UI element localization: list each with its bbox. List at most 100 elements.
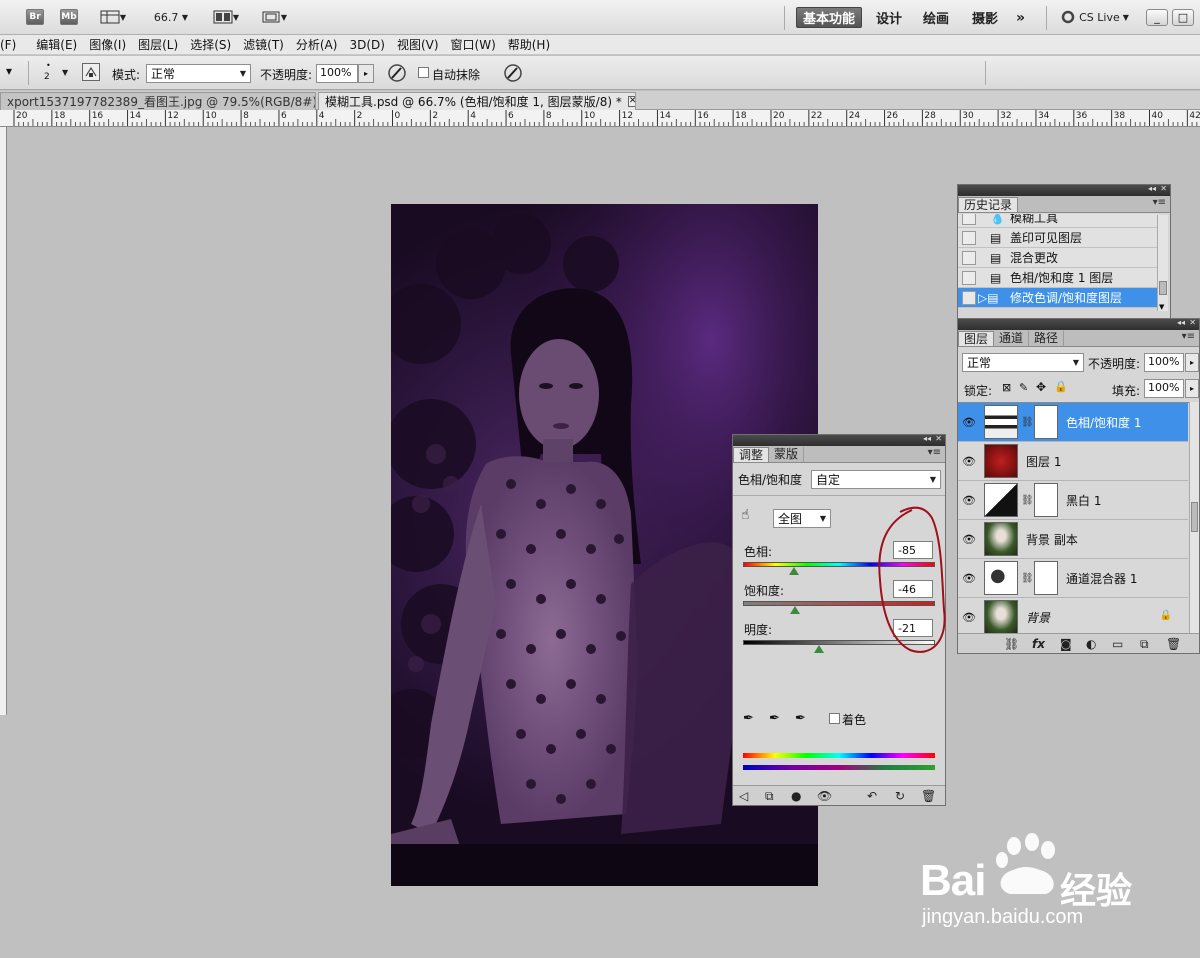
tab-masks[interactable]: 蒙版 <box>769 447 805 462</box>
link-icon[interactable]: ⛓ <box>1021 573 1034 584</box>
snapshot-box[interactable] <box>962 230 976 245</box>
previous-state-icon[interactable]: ↶ <box>867 789 877 803</box>
workspace-photography[interactable]: 摄影 <box>966 7 1004 28</box>
arrange-documents-button[interactable]: ▼ <box>208 8 244 26</box>
tool-preset-chevron-icon[interactable]: ▾ <box>6 64 12 78</box>
layer-row-hue-saturation[interactable]: 👁 ⛓ 色相/饱和度 1 <box>958 403 1188 442</box>
blend-mode-select[interactable]: 正常 ▼ <box>962 353 1084 372</box>
brush-panel-toggle-icon[interactable] <box>82 63 100 81</box>
close-icon[interactable]: ✕ <box>1160 184 1167 193</box>
workspace-painting[interactable]: 绘画 <box>917 7 955 28</box>
eye-icon[interactable]: 👁 <box>958 572 980 585</box>
history-item[interactable]: 💧 模糊工具 <box>958 214 1158 228</box>
snapshot-box[interactable] <box>962 250 976 265</box>
history-scrollbar[interactable]: ▼ <box>1157 215 1168 311</box>
link-layers-icon[interactable]: ⛓ <box>1004 637 1019 651</box>
minimize-button[interactable]: _ <box>1146 9 1168 26</box>
layer-mask-thumbnail[interactable] <box>1034 483 1058 517</box>
link-icon[interactable]: ⛓ <box>1021 495 1034 506</box>
mini-bridge-button[interactable]: Mb <box>60 8 78 26</box>
opacity-input[interactable]: 100% <box>316 64 358 83</box>
history-item-selected[interactable]: ▷▤ 修改色调/饱和度图层 <box>958 288 1158 308</box>
panel-menu-icon[interactable]: ▾≡ <box>928 447 941 458</box>
snapshot-box[interactable] <box>962 290 976 305</box>
close-icon[interactable]: ✕ <box>935 434 942 443</box>
brush-size-picker[interactable]: • 2 ▼ <box>40 61 68 85</box>
menu-select[interactable]: 选择(S) <box>184 36 237 53</box>
close-icon[interactable]: ✕ <box>1189 318 1196 327</box>
tab-document-1[interactable]: xport1537197782389_看图王.jpg @ 79.5%(RGB/8… <box>0 92 316 110</box>
add-mask-icon[interactable]: ◙ <box>1060 637 1072 651</box>
channel-select[interactable]: 全图 ▼ <box>773 509 831 528</box>
fill-slider-arrow-icon[interactable]: ▸ <box>1185 379 1199 398</box>
history-item[interactable]: ▤ 盖印可见图层 <box>958 228 1158 248</box>
menu-image[interactable]: 图像(I) <box>83 36 132 53</box>
snapshot-box[interactable] <box>962 270 976 285</box>
menu-help[interactable]: 帮助(H) <box>502 36 556 53</box>
layer-opacity-input[interactable]: 100% <box>1144 353 1184 372</box>
auto-erase-checkbox[interactable] <box>418 67 429 78</box>
eye-icon[interactable]: 👁 <box>958 416 980 429</box>
eye-icon[interactable]: 👁 <box>958 533 980 546</box>
lightness-slider-thumb[interactable] <box>813 645 824 653</box>
lock-position-icon[interactable]: ✥ <box>1036 380 1046 394</box>
cs-live-button[interactable]: CS Live ▼ <box>1056 8 1134 26</box>
new-group-icon[interactable]: ▭ <box>1112 637 1123 651</box>
zoom-level-select[interactable]: 66.7 ▼ <box>146 8 196 26</box>
lock-all-icon[interactable]: 🔒 <box>1054 380 1068 393</box>
colorize-checkbox[interactable] <box>829 713 840 724</box>
clip-layer-icon[interactable]: ● <box>791 789 801 803</box>
scroll-down-icon[interactable]: ▼ <box>1159 303 1164 311</box>
eyedropper-plus-icon[interactable]: ✒ <box>769 711 780 726</box>
fx-icon[interactable]: fx <box>1032 637 1045 651</box>
menu-filter[interactable]: 滤镜(T) <box>237 36 290 53</box>
trash-icon[interactable]: 🗑 <box>1166 637 1181 651</box>
new-layer-icon[interactable]: ⧉ <box>1140 637 1149 652</box>
menu-analysis[interactable]: 分析(A) <box>290 36 344 53</box>
tab-paths[interactable]: 路径 <box>1029 331 1065 346</box>
view-extras-button[interactable]: ▼ <box>96 8 130 26</box>
tab-adjustments[interactable]: 调整 <box>733 447 770 462</box>
history-item[interactable]: ▤ 色相/饱和度 1 图层 <box>958 268 1158 288</box>
targeted-adjustment-hand-icon[interactable]: ☝ <box>741 507 750 523</box>
mode-select[interactable]: 正常 ▼ <box>146 64 251 83</box>
workspace-essentials[interactable]: 基本功能 <box>796 7 863 28</box>
opacity-slider-arrow-icon[interactable]: ▸ <box>358 64 374 83</box>
layer-mask-thumbnail[interactable] <box>1034 561 1058 595</box>
eyedropper-icon[interactable]: ✒ <box>743 711 754 726</box>
tab-history[interactable]: 历史记录 <box>958 197 1019 212</box>
reset-icon[interactable]: ↻ <box>895 789 905 803</box>
menu-edit[interactable]: 编辑(E) <box>22 36 83 53</box>
close-icon[interactable]: ✕ <box>627 96 635 107</box>
menu-window[interactable]: 窗口(W) <box>445 36 502 53</box>
visibility-eye-icon[interactable]: 👁 <box>817 789 832 803</box>
tab-document-2[interactable]: 模糊工具.psd @ 66.7% (色相/饱和度 1, 图层蒙版/8) * ✕ <box>318 92 636 110</box>
pressure-opacity-icon[interactable] <box>386 62 408 84</box>
link-icon[interactable]: ⛓ <box>1021 417 1034 428</box>
screen-mode-button[interactable]: ▼ <box>256 8 292 26</box>
layer-row-layer1[interactable]: 👁 图层 1 <box>958 442 1188 481</box>
layer-mask-thumbnail[interactable] <box>1034 405 1058 439</box>
snapshot-box[interactable] <box>962 214 976 225</box>
menu-view[interactable]: 视图(V) <box>391 36 445 53</box>
workspace-design[interactable]: 设计 <box>870 7 908 28</box>
fill-input[interactable]: 100% <box>1144 379 1184 398</box>
collapse-icon[interactable]: ◂◂ <box>923 434 931 443</box>
collapse-icon[interactable]: ◂◂ <box>1177 318 1185 327</box>
pressure-size-icon[interactable] <box>502 62 524 84</box>
tab-layers[interactable]: 图层 <box>958 331 995 346</box>
more-workspaces-icon[interactable]: » <box>1010 7 1031 28</box>
eyedropper-minus-icon[interactable]: ✒ <box>795 711 806 726</box>
layer-row-background-copy[interactable]: 👁 背景 副本 <box>958 520 1188 559</box>
trash-icon[interactable]: 🗑 <box>921 789 936 803</box>
eye-icon[interactable]: 👁 <box>958 455 980 468</box>
expanded-view-icon[interactable]: ⧉ <box>765 789 774 804</box>
eye-icon[interactable]: 👁 <box>958 611 980 624</box>
menu-layer[interactable]: 图层(L) <box>132 36 184 53</box>
layers-scrollbar[interactable] <box>1189 402 1199 636</box>
layer-row-channel-mixer[interactable]: 👁 ⛓ 通道混合器 1 <box>958 559 1188 598</box>
hue-slider-thumb[interactable] <box>788 567 799 575</box>
lock-transparent-icon[interactable]: ⊠ <box>1002 381 1011 394</box>
panel-menu-icon[interactable]: ▾≡ <box>1182 331 1195 342</box>
layer-row-black-white[interactable]: 👁 ⛓ 黑白 1 <box>958 481 1188 520</box>
